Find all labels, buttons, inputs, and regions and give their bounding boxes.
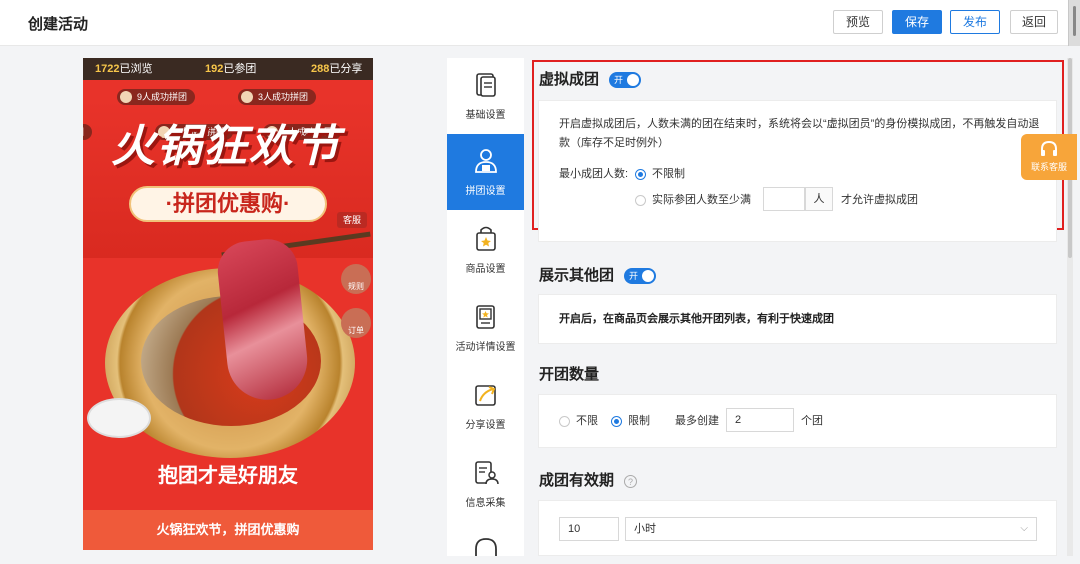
option-no-limit-label: 不限	[576, 415, 598, 427]
validity-unit-value: 小时	[634, 523, 656, 535]
panel-scrollbar[interactable]	[1067, 58, 1073, 556]
rules-button[interactable]: 规则	[341, 264, 371, 294]
window-scrollbar[interactable]	[1068, 0, 1080, 46]
publish-button[interactable]: 发布	[950, 10, 1000, 34]
tab-share-settings[interactable]: 分享设置	[447, 368, 524, 444]
virtual-group-header: 虚拟成团开	[539, 68, 642, 89]
option-no-limit[interactable]: 不限	[559, 412, 598, 431]
document-icon	[475, 73, 496, 97]
show-other-desc: 开启后，在商品页会展示其他开团列表，有利于快速成团	[559, 313, 834, 325]
form-user-icon	[474, 461, 499, 485]
ticker-pill: 3人成功拼团	[238, 89, 317, 105]
joined-count: 192	[205, 63, 224, 75]
shared-count: 288	[311, 63, 330, 75]
show-other-toggle[interactable]: 开	[624, 268, 657, 285]
chevron-down-icon: ⌵	[1020, 523, 1028, 534]
radio-unlimited[interactable]	[635, 168, 646, 180]
min-group-label: 最小成团人数:	[559, 168, 629, 180]
tab-label: 信息采集	[465, 498, 506, 509]
tab-label: 活动详情设置	[455, 342, 516, 353]
option-actual-min-label: 实际参团人数至少满	[652, 194, 751, 206]
poster-subtitle: ·拼团优惠购·	[129, 186, 327, 222]
shared-label: 已分享	[329, 63, 363, 75]
poster-slogan: 抱团才是好朋友	[158, 465, 298, 487]
settings-tabs: 基础设置 拼团设置 商品设置 活动详情设置 分享设置 信息采集	[447, 58, 524, 556]
tab-label: 拼团设置	[465, 186, 506, 197]
shopping-bag-icon	[475, 226, 496, 251]
tab-info-collection[interactable]: 信息采集	[447, 446, 524, 522]
validity-value-input[interactable]: 10	[559, 517, 619, 541]
ticker-pill: 9人成功拼团	[117, 89, 196, 105]
preview-button[interactable]: 预览	[833, 10, 883, 34]
save-button[interactable]: 保存	[892, 10, 942, 34]
shared-stat: 288已分享	[311, 58, 362, 80]
tab-activity-detail-settings[interactable]: 活动详情设置	[447, 290, 524, 366]
views-label: 已浏览	[119, 63, 153, 75]
joined-label: 已参团	[223, 63, 257, 75]
show-other-title: 展示其他团	[539, 267, 615, 284]
poster-bottom-bar[interactable]: 火锅狂欢节，拼团优惠购	[83, 510, 373, 550]
headset-icon	[1041, 140, 1057, 156]
tab-label: 基础设置	[465, 110, 506, 121]
views-count: 1722	[95, 63, 120, 75]
poster-banner-title: 火锅狂欢节	[111, 121, 341, 172]
detail-star-icon	[475, 305, 495, 329]
virtual-group-suffix: 才允许虚拟成团	[841, 194, 918, 206]
share-arrow-icon	[474, 385, 496, 406]
virtual-group-desc: 开启虚拟成团后，人数未满的团在结束时，系统将会以“虚拟团员”的身份模拟成团，不再…	[559, 118, 1040, 149]
validity-unit-select[interactable]: 小时 ⌵	[625, 517, 1037, 541]
radio-limited[interactable]	[611, 415, 622, 427]
contact-service-button[interactable]: 联系客服	[1021, 134, 1077, 180]
group-count-card: 不限 限制 最多创建 2 个团	[538, 394, 1057, 448]
back-button[interactable]: 返回	[1010, 10, 1058, 34]
joined-stat: 192已参团	[205, 58, 256, 80]
top-bar: 创建活动 预览 保存 发布 返回	[0, 0, 1080, 46]
max-create-label: 最多创建	[675, 415, 719, 427]
meat-plate-image	[87, 398, 151, 438]
virtual-group-title: 虚拟成团	[539, 71, 600, 88]
radio-actual-min[interactable]	[635, 194, 646, 206]
validity-title: 成团有效期	[539, 472, 615, 489]
page-title: 创建活动	[28, 16, 89, 33]
views-stat: 1722已浏览	[95, 58, 152, 80]
tab-group-settings[interactable]: 拼团设置	[447, 134, 524, 210]
people-unit: 人	[805, 187, 833, 211]
virtual-group-toggle[interactable]: 开	[609, 72, 642, 89]
option-unlimited[interactable]: 不限制	[635, 165, 685, 184]
virtual-group-card: 开启虚拟成团后，人数未满的团在结束时，系统将会以“虚拟团员”的身份模拟成团，不再…	[538, 100, 1057, 242]
option-limited[interactable]: 限制	[611, 412, 650, 431]
orders-button[interactable]: 订单	[341, 308, 371, 338]
tab-basic-settings[interactable]: 基础设置	[447, 58, 524, 134]
option-limited-label: 限制	[628, 415, 650, 427]
group-count-title: 开团数量	[539, 366, 600, 383]
tab-product-settings[interactable]: 商品设置	[447, 212, 524, 288]
stats-bar: 1722已浏览 192已参团 288已分享	[83, 58, 373, 80]
settings-panel: 虚拟成团开 开启虚拟成团后，人数未满的团在结束时，系统将会以“虚拟团员”的身份模…	[530, 58, 1067, 556]
tab-more[interactable]	[447, 524, 524, 556]
show-other-card: 开启后，在商品页会展示其他开团列表，有利于快速成团	[538, 294, 1057, 344]
min-people-input[interactable]	[763, 187, 805, 211]
radio-no-limit[interactable]	[559, 415, 570, 427]
option-actual-min[interactable]: 实际参团人数至少满	[635, 191, 751, 210]
contact-service-label: 联系客服	[1030, 162, 1067, 172]
validity-header: 成团有效期?	[539, 469, 638, 490]
tab-label: 分享设置	[465, 420, 506, 431]
phone-preview: 1722已浏览 192已参团 288已分享 9人成功拼团 3人成功拼团 1人成功…	[83, 58, 373, 550]
validity-card: 10 小时 ⌵	[538, 500, 1057, 556]
group-users-icon	[474, 149, 497, 173]
show-other-header: 展示其他团开	[539, 264, 657, 285]
option-unlimited-label: 不限制	[652, 168, 685, 180]
help-icon[interactable]: ?	[624, 474, 638, 488]
customer-service-tag[interactable]: 客服	[336, 212, 367, 228]
groups-unit: 个团	[801, 415, 823, 427]
tab-label: 商品设置	[465, 264, 506, 275]
headset-icon	[474, 538, 497, 556]
max-groups-input[interactable]: 2	[726, 408, 794, 432]
